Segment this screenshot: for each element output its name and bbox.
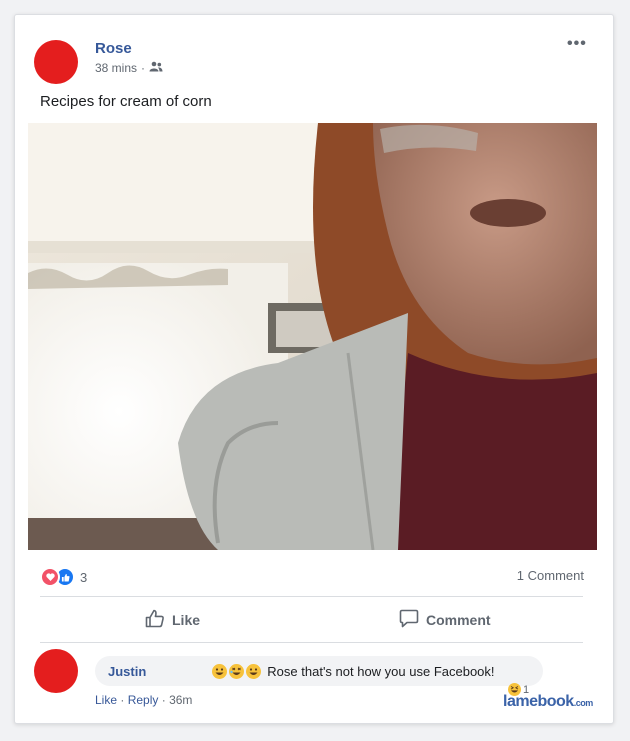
comment-like-link[interactable]: Like <box>95 693 117 707</box>
comment-button-label: Comment <box>426 612 491 628</box>
more-options-button[interactable]: ••• <box>567 35 587 53</box>
reaction-summary[interactable]: 3 <box>40 567 87 587</box>
lamebook-watermark-logo: lamebook.com <box>503 693 593 711</box>
post-photo[interactable] <box>28 123 597 550</box>
commenter-avatar[interactable] <box>34 649 78 693</box>
comment-actions-separator: · <box>120 693 125 707</box>
watermark-brand: lamebook <box>503 693 574 710</box>
post-meta: 38 mins · <box>95 61 163 75</box>
comment-author-name[interactable]: Justin <box>108 664 146 679</box>
comment-button[interactable]: Comment <box>399 609 491 631</box>
like-button[interactable]: Like <box>145 609 200 631</box>
rofl-face-icon <box>229 663 245 679</box>
author-avatar[interactable] <box>34 40 78 84</box>
thumbs-up-icon <box>145 609 165 631</box>
comment-emojis <box>212 663 262 679</box>
post-card: Rose 38 mins · ••• Recipes for cream of … <box>14 14 614 724</box>
comment-reply-link[interactable]: Reply <box>128 693 159 707</box>
actions-divider <box>40 642 583 643</box>
like-button-label: Like <box>172 612 201 628</box>
watermark-tld: .com <box>573 698 594 708</box>
post-text: Recipes for cream of corn <box>40 93 212 110</box>
post-timestamp[interactable]: 38 mins <box>95 61 137 75</box>
selfie-photo-illustration <box>28 123 597 550</box>
stats-divider <box>40 596 583 597</box>
reaction-count: 3 <box>80 569 88 585</box>
post-author-name[interactable]: Rose <box>95 40 132 57</box>
friends-icon[interactable] <box>149 61 163 75</box>
comments-count-link[interactable]: 1 Comment <box>517 568 584 583</box>
grinning-face-icon <box>246 663 262 679</box>
comment-actions-separator: · <box>161 693 166 707</box>
comment-timestamp[interactable]: 36m <box>169 693 192 707</box>
love-reaction-icon <box>40 567 60 587</box>
comment-text: Rose that's not how you use Facebook! <box>267 663 495 679</box>
grinning-face-icon <box>212 663 228 679</box>
comment-actions: Like · Reply · 36m <box>95 693 192 707</box>
meta-separator: · <box>141 61 146 75</box>
comment-bubble: Justin Rose that's not how you use Faceb… <box>95 656 543 686</box>
speech-bubble-icon <box>399 609 419 631</box>
